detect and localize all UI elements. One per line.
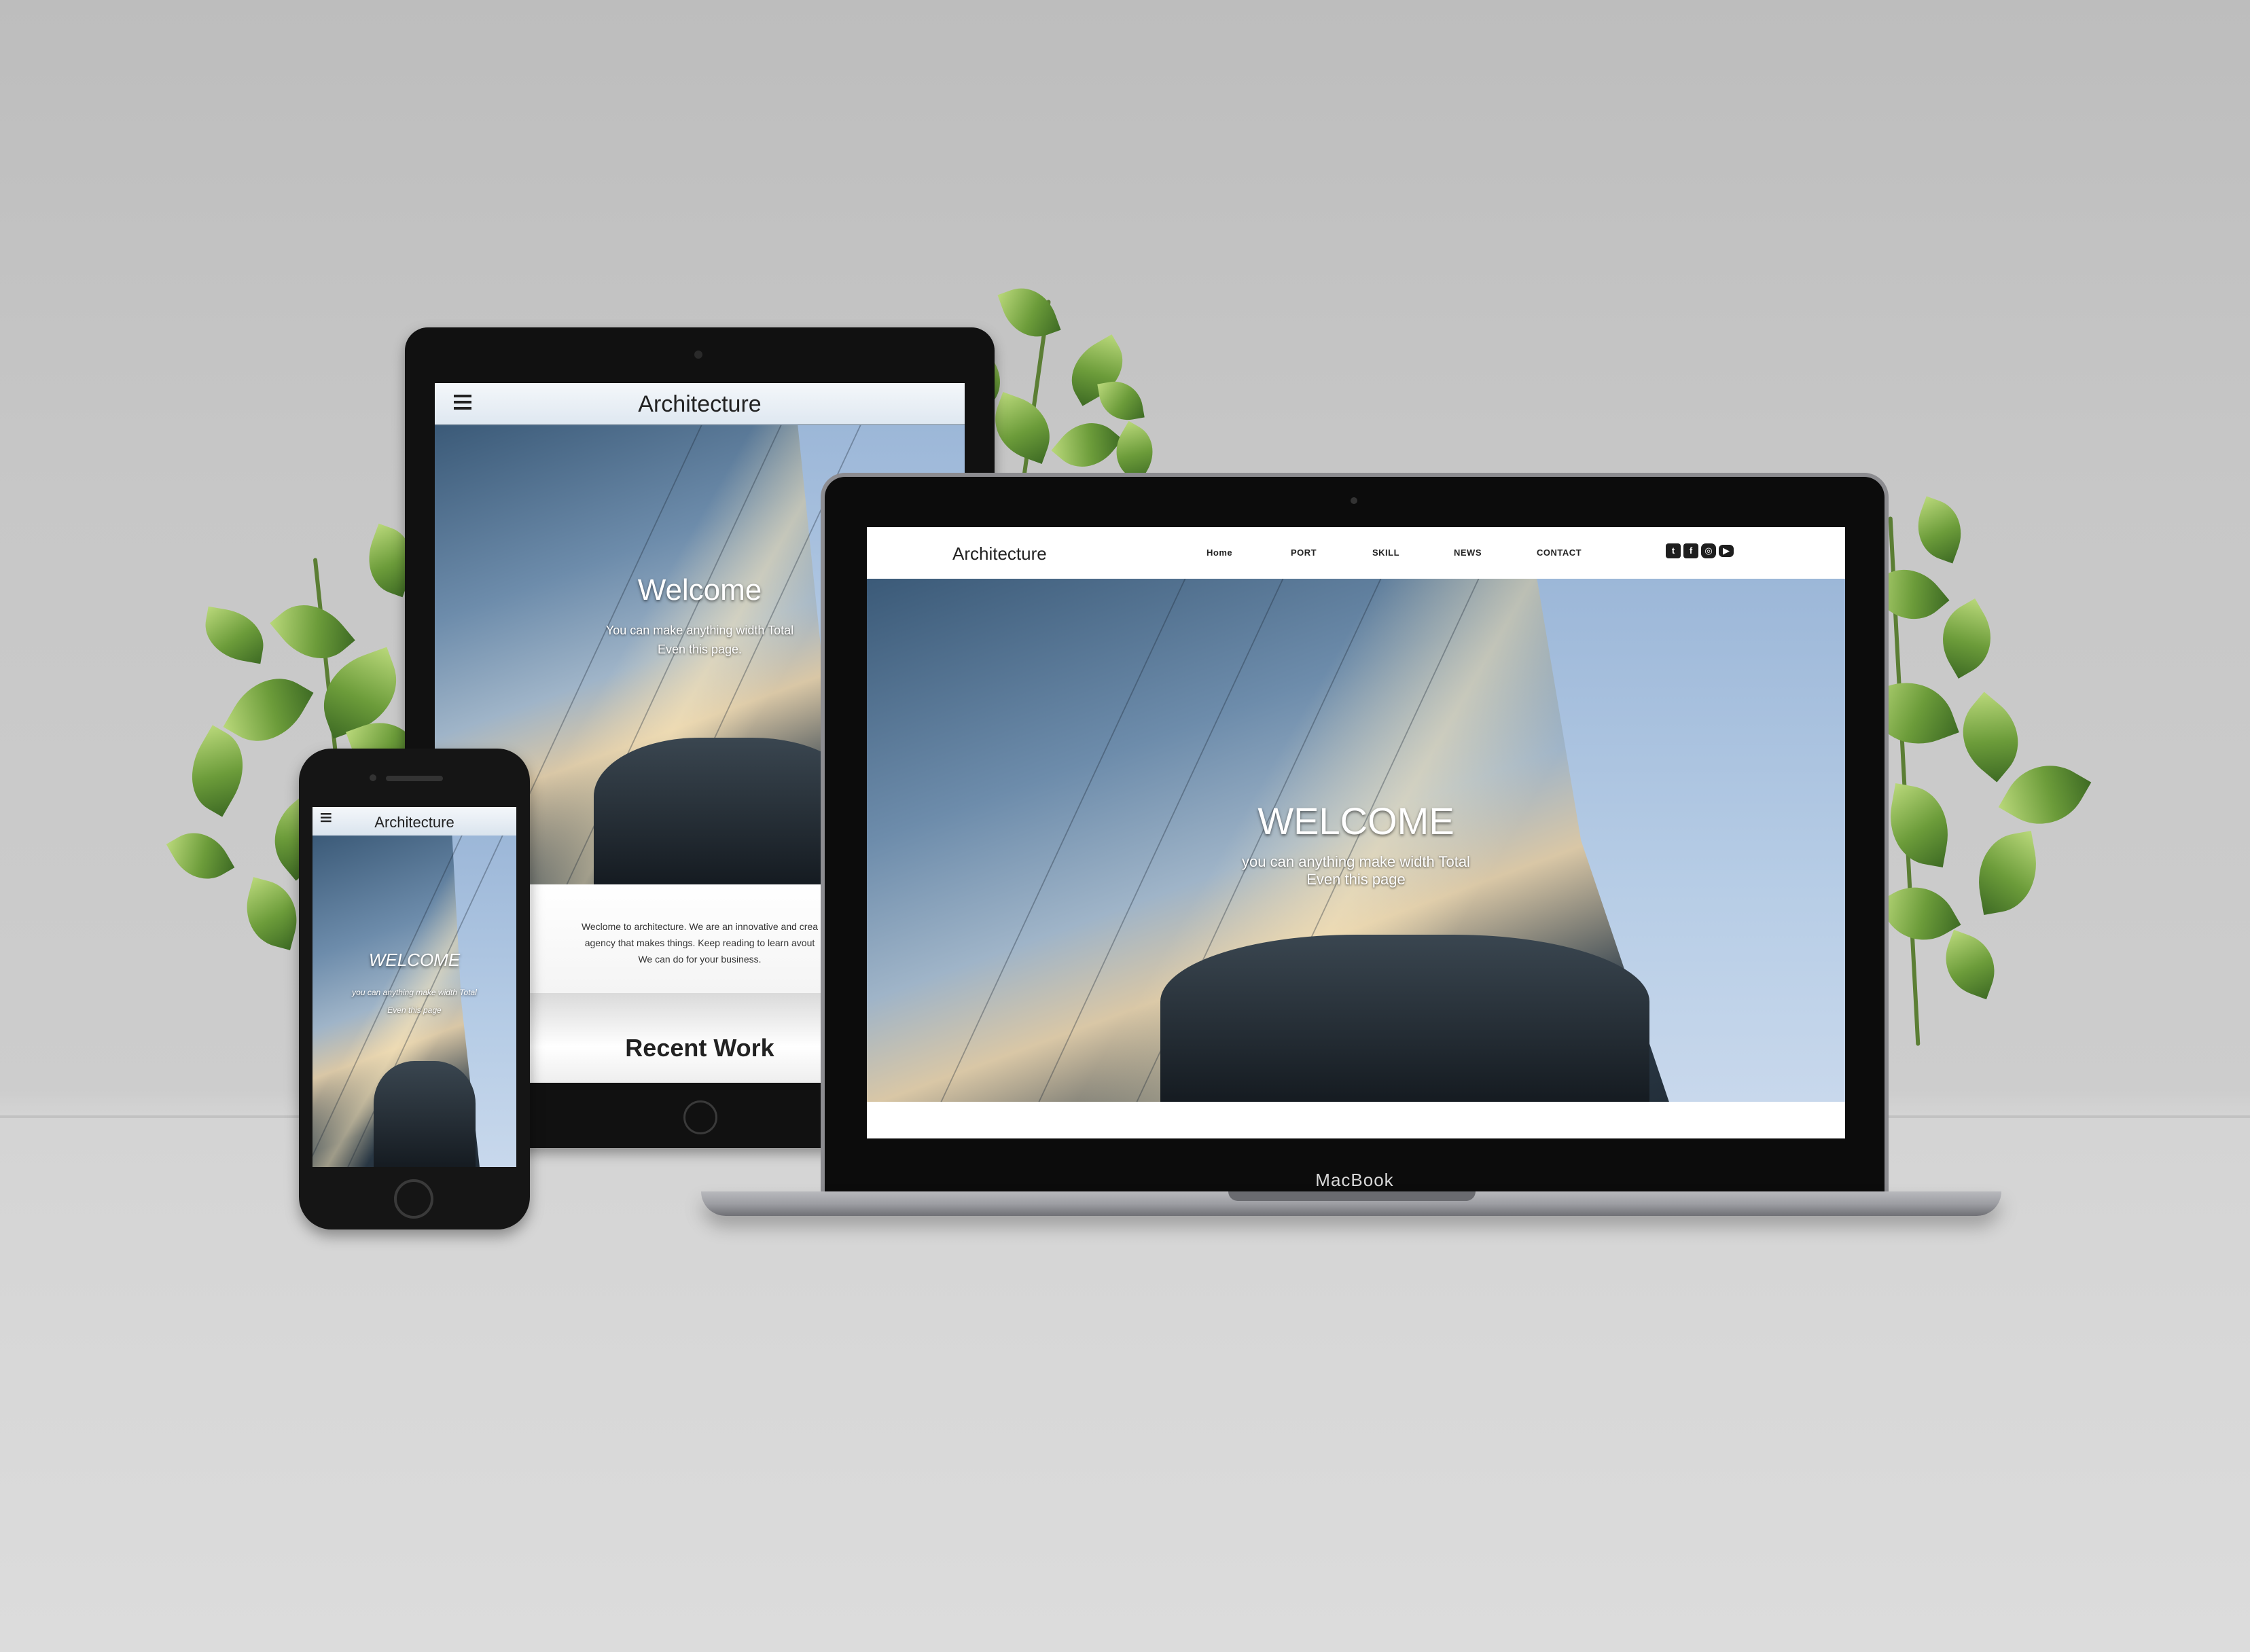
tablet-header: Architecture bbox=[435, 383, 965, 425]
phone-header: Architecture bbox=[312, 807, 516, 836]
laptop-device: Architecture Home PORT SKILL NEWS CONTAC… bbox=[821, 473, 1889, 1200]
nav-contact[interactable]: CONTACT bbox=[1537, 547, 1582, 558]
tablet-home-button[interactable] bbox=[683, 1100, 717, 1134]
laptop-base bbox=[701, 1191, 2001, 1216]
nav-news[interactable]: NEWS bbox=[1454, 547, 1482, 558]
laptop-brand-label: MacBook bbox=[1315, 1170, 1394, 1190]
tablet-logo[interactable]: Architecture bbox=[435, 391, 965, 418]
twitter-icon[interactable]: t bbox=[1666, 543, 1681, 558]
laptop-logo[interactable]: Architecture bbox=[952, 543, 1047, 564]
laptop-hero-subtitle: you can anything make width Total Even t… bbox=[1242, 853, 1470, 888]
nav-skill[interactable]: SKILL bbox=[1372, 547, 1399, 558]
nav-home[interactable]: Home bbox=[1207, 547, 1232, 558]
instagram-icon[interactable]: ◎ bbox=[1701, 543, 1716, 558]
phone-hero-subtitle: you can anything make width Total Even t… bbox=[352, 988, 477, 1015]
phone-hero-title: WELCOME bbox=[368, 950, 461, 970]
youtube-icon[interactable]: ▶ bbox=[1719, 545, 1734, 557]
laptop-navbar: Architecture Home PORT SKILL NEWS CONTAC… bbox=[867, 527, 1845, 579]
phone-home-button[interactable] bbox=[394, 1179, 433, 1219]
nav-port[interactable]: PORT bbox=[1291, 547, 1317, 558]
laptop-camera bbox=[1351, 497, 1357, 504]
phone-logo[interactable]: Architecture bbox=[312, 814, 516, 831]
phone-screen: Architecture WELCOME you can anything ma… bbox=[312, 807, 516, 1167]
facebook-icon[interactable]: f bbox=[1683, 543, 1698, 558]
tablet-camera bbox=[694, 351, 702, 359]
laptop-notch bbox=[1228, 1191, 1476, 1201]
phone-speaker bbox=[386, 776, 443, 781]
laptop-screen: Architecture Home PORT SKILL NEWS CONTAC… bbox=[867, 527, 1845, 1138]
phone-device: Architecture WELCOME you can anything ma… bbox=[299, 749, 530, 1229]
laptop-hero-title: WELCOME bbox=[1257, 800, 1454, 842]
phone-camera bbox=[370, 774, 376, 781]
